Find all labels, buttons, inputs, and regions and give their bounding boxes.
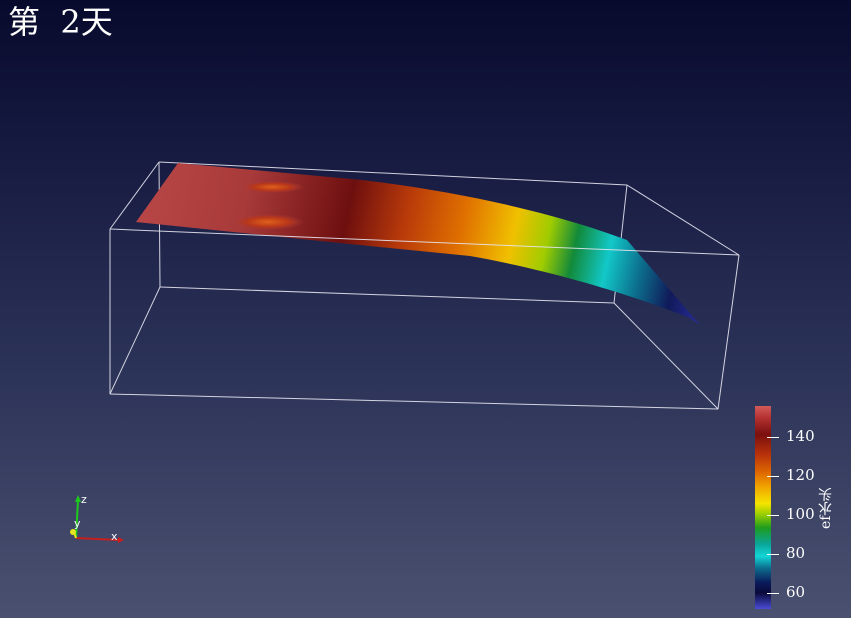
colorbar-label-140: 140 xyxy=(786,427,815,445)
colorbar-label-80: 80 xyxy=(786,544,806,562)
orientation-axes[interactable]: x y z xyxy=(60,490,130,550)
colorbar-tick xyxy=(767,476,779,477)
x-axis-label: x xyxy=(111,530,118,543)
render-viewport[interactable]: 第 2天 140 120 100 80 60 ef水头 x y z xyxy=(0,0,851,618)
head-surface xyxy=(136,163,700,325)
colorbar-title: ef水头 xyxy=(818,487,834,529)
colorbar-tick xyxy=(767,593,779,594)
colorbar-tick xyxy=(767,515,779,516)
colorbar-tick xyxy=(767,437,779,438)
colorbar-tick xyxy=(767,554,779,555)
colorbar-label-120: 120 xyxy=(786,466,815,484)
z-axis-label: z xyxy=(81,493,87,506)
colorbar-label-60: 60 xyxy=(786,583,806,601)
colorbar-label-100: 100 xyxy=(786,505,815,523)
y-axis-label: y xyxy=(74,517,81,530)
